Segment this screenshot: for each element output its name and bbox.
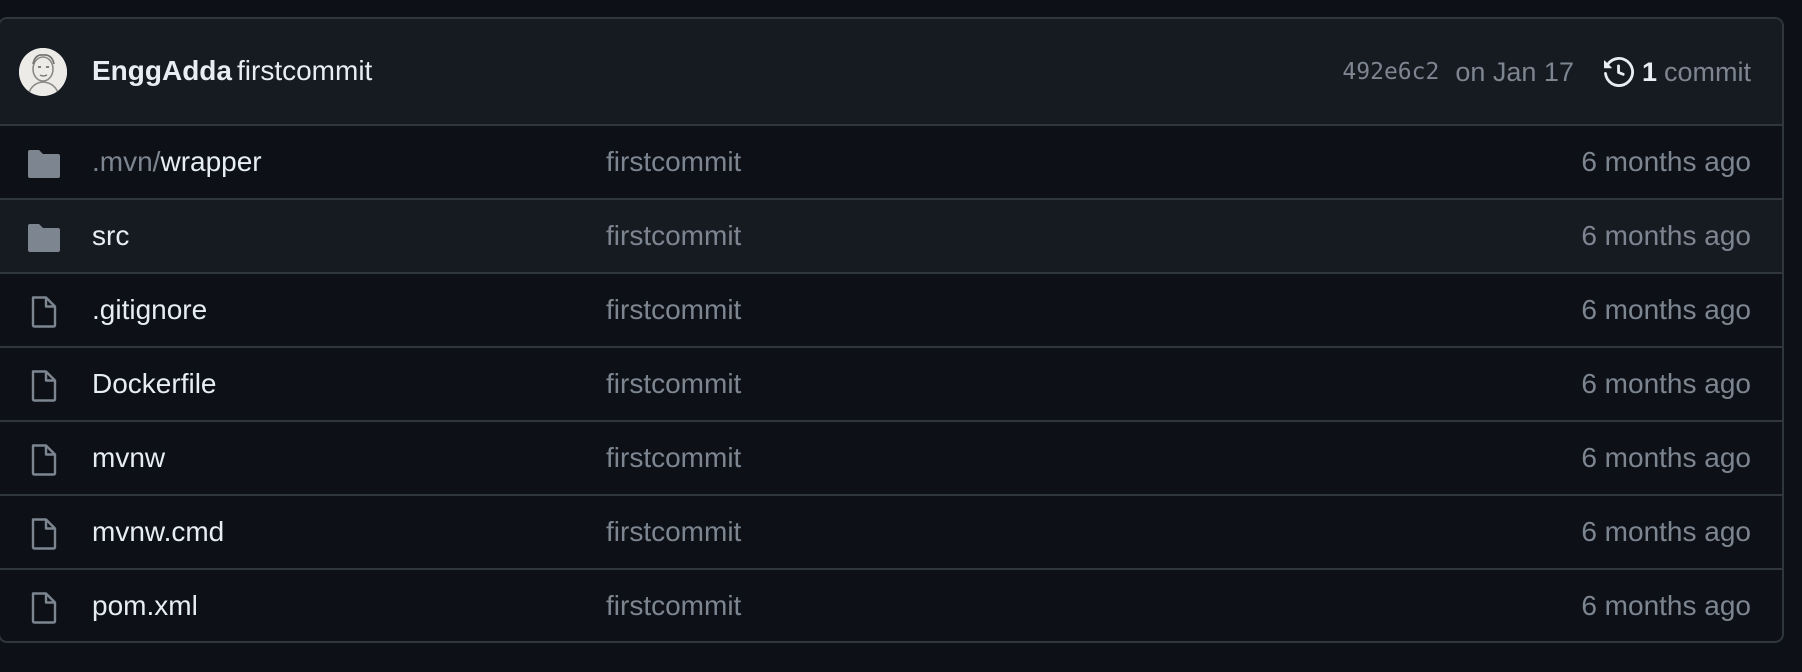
file-name-link[interactable]: mvnw.cmd: [92, 516, 224, 548]
file-icon: [31, 592, 57, 624]
file-row[interactable]: .gitignore firstcommit 6 months ago: [0, 274, 1782, 348]
row-commit-message-link[interactable]: firstcommit: [606, 516, 741, 548]
file-name-link[interactable]: pom.xml: [92, 590, 198, 622]
history-icon: [1603, 57, 1634, 87]
file-row[interactable]: mvnw.cmd firstcommit 6 months ago: [0, 496, 1782, 570]
path-name: .gitignore: [92, 294, 208, 325]
row-commit-message-link[interactable]: firstcommit: [606, 146, 741, 178]
path-prefix: .mvn/: [92, 146, 161, 177]
commit-message-link[interactable]: firstcommit: [237, 55, 372, 87]
path-name: src: [92, 220, 130, 251]
commit-date: on Jan 17: [1455, 56, 1574, 87]
file-row[interactable]: src firstcommit 6 months ago: [0, 200, 1782, 274]
file-name-link[interactable]: .gitignore: [92, 294, 207, 326]
commit-author-link[interactable]: EnggAdda: [92, 55, 232, 87]
path-name: mvnw: [92, 442, 166, 473]
file-row[interactable]: pom.xml firstcommit 6 months ago: [0, 570, 1782, 640]
file-icon: [31, 518, 57, 550]
row-commit-message-link[interactable]: firstcommit: [606, 294, 741, 326]
file-row[interactable]: .mvn/wrapper firstcommit 6 months ago: [0, 126, 1782, 200]
commit-sha-link[interactable]: 492e6c2: [1342, 59, 1439, 85]
row-commit-message-link[interactable]: firstcommit: [606, 220, 741, 252]
path-name: wrapper: [160, 146, 262, 177]
row-commit-time: 6 months ago: [1581, 442, 1751, 473]
latest-commit-bar: EnggAdda firstcommit 492e6c2 on Jan 17 1…: [0, 19, 1782, 126]
commit-count: 1: [1641, 56, 1657, 87]
row-commit-message-link[interactable]: firstcommit: [606, 442, 741, 474]
file-row[interactable]: mvnw firstcommit 6 months ago: [0, 422, 1782, 496]
file-name-link[interactable]: src: [92, 220, 129, 252]
commit-history-link[interactable]: 1 commit: [1603, 56, 1751, 88]
folder-icon: [28, 224, 60, 252]
path-name: mvnw.cmd: [92, 516, 225, 547]
path-name: Dockerfile: [92, 368, 217, 399]
file-icon: [31, 296, 57, 328]
file-icon: [31, 370, 57, 402]
row-commit-time: 6 months ago: [1581, 220, 1751, 251]
row-commit-time: 6 months ago: [1581, 294, 1751, 325]
commit-count-label: commit: [1664, 56, 1751, 87]
author-avatar[interactable]: [19, 48, 67, 96]
file-list-box: EnggAdda firstcommit 492e6c2 on Jan 17 1…: [0, 17, 1784, 643]
commit-meta: 492e6c2 on Jan 17 1 commit: [1342, 55, 1751, 89]
path-name: pom.xml: [92, 590, 198, 621]
row-commit-time: 6 months ago: [1581, 368, 1751, 399]
file-name-link[interactable]: Dockerfile: [92, 368, 216, 400]
file-name-link[interactable]: .mvn/wrapper: [92, 146, 262, 178]
row-commit-time: 6 months ago: [1581, 146, 1751, 177]
file-rows: .mvn/wrapper firstcommit 6 months ago sr…: [0, 126, 1782, 640]
row-commit-time: 6 months ago: [1581, 590, 1751, 621]
row-commit-message-link[interactable]: firstcommit: [606, 590, 741, 622]
file-row[interactable]: Dockerfile firstcommit 6 months ago: [0, 348, 1782, 422]
file-name-link[interactable]: mvnw: [92, 442, 165, 474]
folder-icon: [28, 150, 60, 178]
file-icon: [31, 444, 57, 476]
row-commit-time: 6 months ago: [1581, 516, 1751, 547]
row-commit-message-link[interactable]: firstcommit: [606, 368, 741, 400]
